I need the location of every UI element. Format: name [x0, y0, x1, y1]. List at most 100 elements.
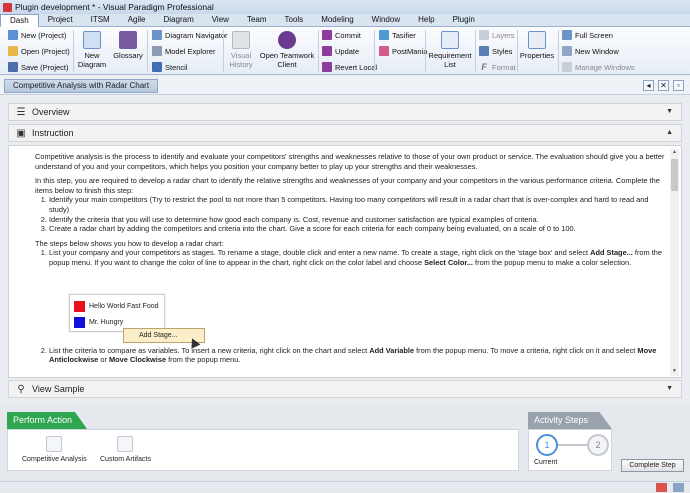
- menu-window[interactable]: Window: [363, 14, 409, 26]
- scroll-up-icon[interactable]: ▲: [670, 149, 679, 157]
- menu-modeling[interactable]: Modeling: [312, 14, 362, 26]
- menu-team[interactable]: Team: [238, 14, 276, 26]
- scroll-down-icon[interactable]: ▼: [670, 368, 679, 376]
- view-sample-section-header[interactable]: ⚲ View Sample ▼: [8, 380, 682, 398]
- stencil-icon: [152, 62, 162, 72]
- menu-bar: Dash Project ITSM Agile Diagram View Tea…: [0, 14, 690, 27]
- menu-itsm[interactable]: ITSM: [82, 14, 119, 26]
- ribbon-separator: [425, 30, 426, 72]
- glossary-button[interactable]: Glossary: [112, 31, 144, 60]
- new-project-button[interactable]: New (Project): [8, 30, 66, 40]
- task-item: Identify the criteria that you will use …: [49, 215, 669, 225]
- list-icon: ☰: [16, 106, 26, 118]
- diagram-navigator-button[interactable]: Diagram Navigator: [152, 30, 228, 40]
- model-explorer-button[interactable]: Model Explorer: [152, 46, 215, 56]
- view-sample-title: View Sample: [32, 384, 85, 394]
- menu-agile[interactable]: Agile: [119, 14, 155, 26]
- breadcrumb: Competitive Analysis with Radar Chart ◂ …: [0, 76, 690, 95]
- ribbon-separator: [147, 30, 148, 72]
- vertical-scrollbar[interactable]: ▲ ▼: [670, 149, 679, 376]
- new-window-icon: [562, 46, 572, 56]
- open-teamwork-client-button[interactable]: Open Teamwork Client: [259, 31, 315, 69]
- artifact-icon: [117, 436, 134, 452]
- layers-button[interactable]: Layers: [479, 30, 515, 40]
- title-bar: Plugin development * - Visual Paradigm P…: [0, 0, 690, 14]
- step-connector: [558, 444, 587, 446]
- full-screen-button[interactable]: Full Screen: [562, 30, 613, 40]
- save-project-button[interactable]: Save (Project): [8, 62, 69, 72]
- folder-icon: [8, 46, 18, 56]
- ribbon-separator: [318, 30, 319, 72]
- format-button[interactable]: F Format: [479, 62, 516, 72]
- window-title: Plugin development * - Visual Paradigm P…: [15, 2, 214, 12]
- postmania-icon: [379, 46, 389, 56]
- stencil-button[interactable]: Stencil: [152, 62, 188, 72]
- step-intro-paragraph: In this step, you are required to develo…: [35, 176, 660, 195]
- glossary-icon: [119, 31, 137, 49]
- intro-paragraph: Competitive analysis is the process to i…: [35, 152, 665, 171]
- menu-plugin[interactable]: Plugin: [444, 14, 484, 26]
- overview-section-header[interactable]: ☰ Overview ▼: [8, 103, 682, 121]
- menu-view[interactable]: View: [203, 14, 238, 26]
- commit-icon: [322, 30, 332, 40]
- step-2[interactable]: 2: [587, 434, 609, 456]
- perform-action-header: Perform Action: [7, 412, 87, 429]
- stage-row: Mr. Hungry: [70, 315, 164, 329]
- radar-chart-icon: [46, 436, 63, 452]
- postmania-button[interactable]: PostMania: [379, 46, 427, 56]
- stage-row: Hello World Fast Food: [70, 299, 164, 313]
- menu-help[interactable]: Help: [409, 14, 443, 26]
- manage-windows-button[interactable]: Manage Windows: [562, 62, 635, 72]
- instruction-content: Competitive analysis is the process to i…: [8, 145, 682, 378]
- properties-button[interactable]: Properties: [520, 31, 554, 60]
- menu-diagram[interactable]: Diagram: [155, 14, 203, 26]
- full-screen-icon: [562, 30, 572, 40]
- commit-button[interactable]: Commit: [322, 30, 361, 40]
- overview-title: Overview: [32, 107, 70, 117]
- diagram-tab[interactable]: Competitive Analysis with Radar Chart: [4, 79, 159, 93]
- step-item-1: List your company and your competitors a…: [49, 248, 669, 267]
- menu-tools[interactable]: Tools: [276, 14, 313, 26]
- status-icons: [656, 483, 684, 492]
- properties-icon: [528, 31, 546, 49]
- stage-label: Mr. Hungry: [89, 318, 124, 326]
- scrollbar-thumb[interactable]: [671, 159, 678, 191]
- instruction-section-header[interactable]: ▣ Instruction ▲: [8, 124, 682, 142]
- teamwork-icon: [278, 31, 296, 49]
- update-icon: [322, 46, 332, 56]
- close-icon[interactable]: ✕: [658, 80, 669, 91]
- menu-project[interactable]: Project: [39, 14, 82, 26]
- activity-steps-panel: 1 2 Current: [528, 429, 612, 471]
- format-icon: F: [481, 62, 487, 72]
- notification-icon[interactable]: [673, 483, 684, 492]
- current-step-label: Current: [534, 459, 558, 466]
- new-diagram-button[interactable]: New Diagram: [78, 31, 106, 69]
- new-file-icon: [8, 30, 18, 40]
- back-icon[interactable]: ◂: [643, 80, 654, 91]
- restore-icon[interactable]: ▫: [673, 80, 684, 91]
- update-button[interactable]: Update: [322, 46, 359, 56]
- chevron-down-icon: ▼: [666, 108, 673, 115]
- custom-artifacts-action[interactable]: Custom Artifacts: [100, 436, 151, 463]
- tasifier-button[interactable]: Tasifier: [379, 30, 416, 40]
- chevron-up-icon: ▲: [666, 129, 673, 136]
- menu-dash[interactable]: Dash: [0, 14, 39, 27]
- complete-step-button[interactable]: Complete Step: [621, 459, 684, 472]
- revert-local-button[interactable]: Revert Local: [322, 62, 377, 72]
- chevron-down-icon: ▼: [666, 385, 673, 392]
- task-item: Create a radar chart by adding the compe…: [49, 224, 669, 234]
- step-1[interactable]: 1: [536, 434, 558, 456]
- instruction-title: Instruction: [32, 128, 74, 138]
- requirement-list-button[interactable]: Requirement List: [429, 31, 471, 69]
- app-logo-icon: [3, 2, 12, 12]
- visual-history-button[interactable]: Visual History: [227, 31, 255, 69]
- open-project-button[interactable]: Open (Project): [8, 46, 70, 56]
- steps-heading: The steps below shows you how to develop…: [35, 238, 224, 248]
- new-window-button[interactable]: New Window: [562, 46, 619, 56]
- diagram-navigator-icon: [152, 30, 162, 40]
- competitive-analysis-action[interactable]: Competitive Analysis: [22, 436, 87, 463]
- ribbon-separator: [558, 30, 559, 72]
- styles-button[interactable]: Styles: [479, 46, 512, 56]
- mail-icon[interactable]: [656, 483, 667, 492]
- manage-windows-icon: [562, 62, 572, 72]
